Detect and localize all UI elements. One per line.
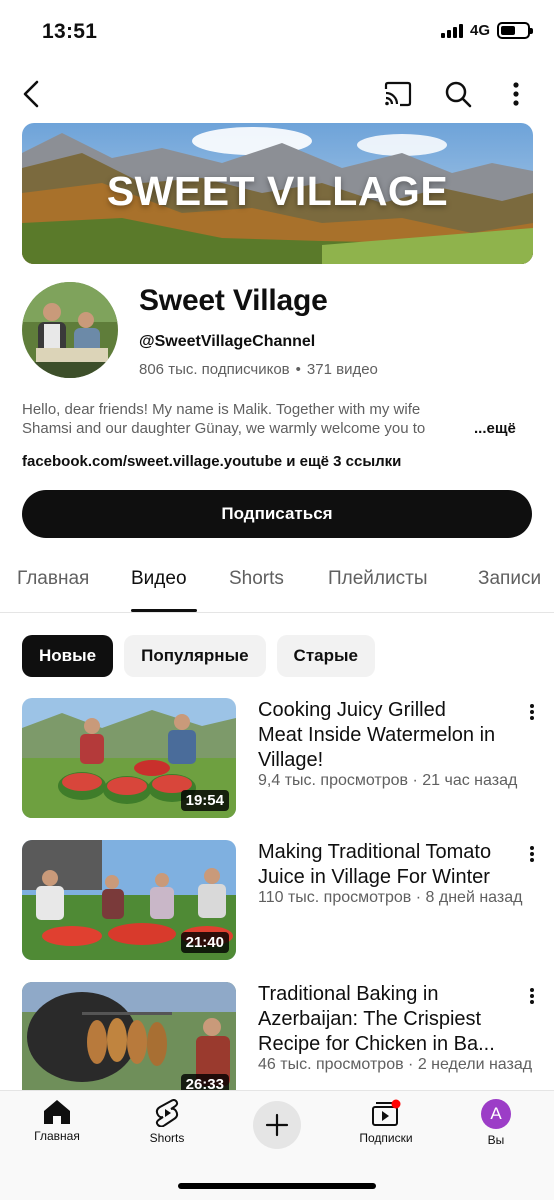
nav-you[interactable]: A Вы <box>451 1099 541 1147</box>
video-title-line: Making Traditional Tomato <box>258 841 492 863</box>
video-title-line: Juice in Village For Winter <box>258 866 490 888</box>
network-type: 4G <box>469 22 490 39</box>
tab-videos[interactable]: Видео <box>131 568 187 590</box>
subscriptions-icon <box>372 1099 401 1126</box>
channel-links[interactable]: facebook.com/sweet.village.youtube и ещё… <box>22 453 401 470</box>
nav-subscriptions-label: Подписки <box>359 1131 413 1145</box>
user-avatar: A <box>481 1099 511 1129</box>
signal-icon <box>440 23 463 38</box>
top-app-bar <box>0 70 554 120</box>
video-count: 371 видео <box>306 361 378 378</box>
video-thumbnail[interactable]: 21:40 <box>22 840 236 960</box>
tab-posts[interactable]: Записи <box>478 568 541 590</box>
channel-description[interactable]: Hello, dear friends! My name is Malik. T… <box>22 400 532 438</box>
more-vertical-icon[interactable] <box>522 700 542 724</box>
nav-subscriptions[interactable]: Подписки <box>341 1099 431 1145</box>
active-tab-indicator <box>131 609 197 612</box>
video-meta: 110 тыс. просмотров · 8 дней назад <box>258 889 523 906</box>
nav-home-label: Главная <box>34 1129 80 1143</box>
plus-icon <box>265 1113 289 1137</box>
video-title-line: Village! <box>258 749 324 771</box>
cast-icon[interactable] <box>376 72 420 116</box>
video-item[interactable]: 19:54 Cooking Juicy Grilled Meat Inside … <box>22 698 542 820</box>
stats-separator: • <box>295 361 301 378</box>
back-icon[interactable] <box>10 72 54 116</box>
channel-banner: SWEET VILLAGE <box>22 123 533 264</box>
video-meta: 46 тыс. просмотров · 2 недели назад <box>258 1056 533 1073</box>
video-title-line: Azerbaijan: The Crispiest <box>258 1008 482 1030</box>
home-indicator <box>178 1183 376 1189</box>
notification-dot <box>391 1099 401 1109</box>
bottom-navigation: Главная Shorts Подписки A Вы <box>0 1090 554 1200</box>
video-thumbnail[interactable]: 19:54 <box>22 698 236 818</box>
home-icon <box>44 1100 70 1124</box>
more-vertical-icon[interactable] <box>494 72 538 116</box>
video-duration: 21:40 <box>180 932 229 953</box>
nav-shorts[interactable]: Shorts <box>122 1099 212 1145</box>
video-title-line: Traditional Baking in <box>258 983 439 1005</box>
create-button[interactable] <box>253 1101 301 1149</box>
status-time: 13:51 <box>42 20 98 43</box>
channel-stats: 806 тыс. подписчиков • 371 видео <box>139 361 378 378</box>
video-item[interactable]: 21:40 Making Traditional Tomato Juice in… <box>22 840 542 962</box>
video-thumbnail[interactable]: 26:33 <box>22 982 236 1102</box>
channel-handle: @SweetVillageChannel <box>139 333 316 350</box>
chip-popular[interactable]: Популярные <box>124 635 266 677</box>
video-duration: 19:54 <box>180 790 229 811</box>
status-bar: 13:51 4G <box>0 0 554 64</box>
more-vertical-icon[interactable] <box>522 984 542 1008</box>
video-title-line: Cooking Juicy Grilled <box>258 699 446 721</box>
video-title-line: Recipe for Chicken in Ba... <box>258 1033 495 1055</box>
video-title-line: Meat Inside Watermelon in <box>258 724 496 746</box>
nav-shorts-label: Shorts <box>149 1131 185 1145</box>
video-item[interactable]: 26:33 Traditional Baking in Azerbaijan: … <box>22 982 542 1104</box>
shorts-icon <box>155 1099 179 1127</box>
status-indicators: 4G <box>440 22 533 39</box>
channel-tabs: Главная Видео Shorts Плейлисты Записи <box>0 552 554 613</box>
nav-you-label: Вы <box>487 1133 505 1147</box>
subscriber-count: 806 тыс. подписчиков <box>139 361 290 378</box>
chip-oldest[interactable]: Старые <box>276 635 375 677</box>
nav-home[interactable]: Главная <box>12 1099 102 1143</box>
tab-shorts[interactable]: Shorts <box>229 568 284 590</box>
channel-avatar[interactable] <box>22 282 118 378</box>
description-line: Hello, dear friends! My name is Malik. T… <box>22 401 421 418</box>
channel-name: Sweet Village <box>139 284 328 317</box>
video-title[interactable]: Cooking Juicy Grilled Meat Inside Waterm… <box>258 698 522 773</box>
search-icon[interactable] <box>436 72 480 116</box>
sort-chips: Новые Популярные Старые <box>22 635 375 677</box>
description-line: Shamsi and our daughter Günay, we warmly… <box>22 420 426 437</box>
description-more-link[interactable]: ...ещё <box>454 419 516 438</box>
tab-playlists[interactable]: Плейлисты <box>328 568 427 590</box>
tab-home[interactable]: Главная <box>17 568 89 590</box>
video-meta: 9,4 тыс. просмотров · 21 час назад <box>258 772 518 789</box>
battery-icon <box>497 22 533 39</box>
subscribe-button[interactable]: Подписаться <box>22 490 532 538</box>
more-vertical-icon[interactable] <box>522 842 542 866</box>
video-title[interactable]: Making Traditional Tomato Juice in Villa… <box>258 840 522 890</box>
video-title[interactable]: Traditional Baking in Azerbaijan: The Cr… <box>258 982 522 1057</box>
banner-title: SWEET VILLAGE <box>106 168 449 214</box>
chip-latest[interactable]: Новые <box>22 635 114 677</box>
